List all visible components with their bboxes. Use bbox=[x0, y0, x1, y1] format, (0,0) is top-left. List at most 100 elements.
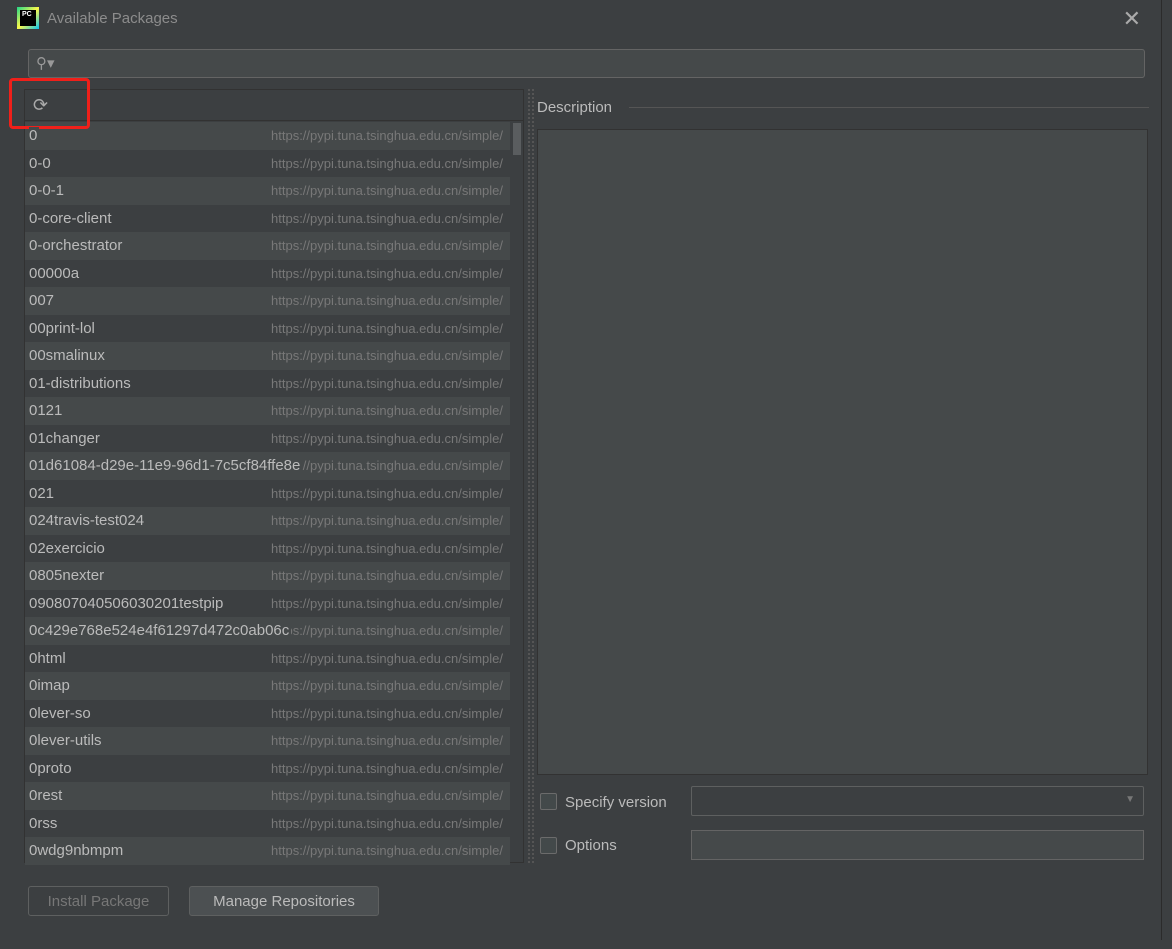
package-repo-url: https://pypi.tuna.tsinghua.edu.cn/simple… bbox=[268, 678, 503, 694]
package-name: 021 bbox=[29, 484, 57, 502]
package-repo-url: https://pypi.tuna.tsinghua.edu.cn/simple… bbox=[268, 760, 503, 776]
package-row[interactable]: 02exercicio https://pypi.tuna.tsinghua.ed… bbox=[25, 534, 510, 562]
package-row[interactable]: 0c429e768e524e4f61297d472c0ab06c https://… bbox=[25, 617, 510, 645]
package-name: 0-0-1 bbox=[29, 182, 67, 200]
package-row[interactable]: 01changer https://pypi.tuna.tsinghua.edu.… bbox=[25, 424, 510, 452]
package-name: 00000a bbox=[29, 264, 82, 282]
dialog-title: Available Packages bbox=[47, 9, 178, 27]
options-input[interactable] bbox=[691, 830, 1144, 860]
package-row[interactable]: 0-orchestrator https://pypi.tuna.tsinghua… bbox=[25, 232, 510, 260]
package-row[interactable]: 0wdg9nbmpm https://pypi.tuna.tsinghua.edu… bbox=[25, 837, 510, 865]
package-repo-url: https://pypi.tuna.tsinghua.edu.cn/simple… bbox=[268, 513, 503, 529]
package-repo-url: https://pypi.tuna.tsinghua.edu.cn/simple… bbox=[268, 815, 503, 831]
description-separator bbox=[629, 107, 1149, 108]
package-row[interactable]: 007 https://pypi.tuna.tsinghua.edu.cn/sim… bbox=[25, 287, 510, 315]
package-repo-url: https://pypi.tuna.tsinghua.edu.cn/simple… bbox=[268, 155, 503, 171]
specify-version-checkbox[interactable] bbox=[540, 793, 557, 810]
package-row[interactable]: 0121 https://pypi.tuna.tsinghua.edu.cn/si… bbox=[25, 397, 510, 425]
package-name: 00smalinux bbox=[29, 347, 107, 365]
package-repo-url: https://pypi.tuna.tsinghua.edu.cn/simple… bbox=[268, 843, 503, 859]
package-repo-url: https://pypi.tuna.tsinghua.edu.cn/simple… bbox=[268, 458, 503, 474]
highlight-box bbox=[9, 78, 90, 129]
package-repo-url: https://pypi.tuna.tsinghua.edu.cn/simple… bbox=[268, 430, 503, 446]
package-name: 0-orchestrator bbox=[29, 237, 125, 255]
package-name: 01d61084-d29e-11e9-96d1-7c5cf84ffe8e bbox=[29, 457, 303, 475]
package-row[interactable]: 0-core-client https://pypi.tuna.tsinghua.… bbox=[25, 204, 510, 232]
package-name: 0 bbox=[29, 127, 40, 145]
package-row[interactable]: 0-0-1 https://pypi.tuna.tsinghua.edu.cn/s… bbox=[25, 177, 510, 205]
package-row[interactable]: 0proto https://pypi.tuna.tsinghua.edu.cn/… bbox=[25, 754, 510, 782]
logo-text: PC bbox=[20, 10, 36, 26]
package-row[interactable]: 01d61084-d29e-11e9-96d1-7c5cf84ffe8e http… bbox=[25, 452, 510, 480]
list-toolbar: ⟳ bbox=[25, 90, 523, 121]
package-repo-url: https://pypi.tuna.tsinghua.edu.cn/simple… bbox=[268, 183, 503, 199]
package-row[interactable]: 0rest https://pypi.tuna.tsinghua.edu.cn/s… bbox=[25, 782, 510, 810]
package-row[interactable]: 021 https://pypi.tuna.tsinghua.edu.cn/sim… bbox=[25, 479, 510, 507]
package-repo-url: https://pypi.tuna.tsinghua.edu.cn/simple… bbox=[268, 265, 503, 281]
package-repo-url: https://pypi.tuna.tsinghua.edu.cn/simple… bbox=[268, 403, 503, 419]
available-packages-dialog: PC Available Packages ✕ ⚲▾ ⟳ 0 https://py… bbox=[9, 0, 1162, 940]
package-repo-url: https://pypi.tuna.tsinghua.edu.cn/simple… bbox=[268, 788, 503, 804]
package-name: 024travis-test024 bbox=[29, 512, 147, 530]
manage-repositories-button[interactable]: Manage Repositories bbox=[189, 886, 379, 916]
package-row[interactable]: 0imap https://pypi.tuna.tsinghua.edu.cn/s… bbox=[25, 672, 510, 700]
package-row[interactable]: 0805nexter https://pypi.tuna.tsinghua.edu… bbox=[25, 562, 510, 590]
package-repo-url: https://pypi.tuna.tsinghua.edu.cn/simple… bbox=[268, 540, 503, 556]
package-name: 0c429e768e524e4f61297d472c0ab06c bbox=[29, 622, 292, 640]
package-repo-url: https://pypi.tuna.tsinghua.edu.cn/simple… bbox=[268, 348, 503, 364]
package-row[interactable]: 00print-lol https://pypi.tuna.tsinghua.ed… bbox=[25, 314, 510, 342]
package-row[interactable]: 090807040506030201testpip https://pypi.tu… bbox=[25, 589, 510, 617]
package-repo-url: https://pypi.tuna.tsinghua.edu.cn/simple… bbox=[268, 320, 503, 336]
package-name: 01changer bbox=[29, 429, 102, 447]
package-repo-url: https://pypi.tuna.tsinghua.edu.cn/simple… bbox=[268, 238, 503, 254]
package-name: 0wdg9nbmpm bbox=[29, 842, 126, 860]
description-panel bbox=[537, 129, 1148, 775]
package-row[interactable]: 024travis-test024 https://pypi.tuna.tsing… bbox=[25, 507, 510, 535]
package-row[interactable]: 0lever-utils https://pypi.tuna.tsinghua.e… bbox=[25, 727, 510, 755]
package-list: ⟳ 0 https://pypi.tuna.tsinghua.edu.cn/sim… bbox=[24, 89, 524, 865]
install-package-button[interactable]: Install Package bbox=[28, 886, 169, 916]
splitter-handle[interactable] bbox=[528, 89, 534, 863]
version-select[interactable]: ▼ bbox=[691, 786, 1144, 816]
package-row[interactable]: 0html https://pypi.tuna.tsinghua.edu.cn/s… bbox=[25, 644, 510, 672]
package-name: 007 bbox=[29, 292, 57, 310]
pycharm-logo-icon: PC bbox=[17, 7, 39, 29]
options-checkbox[interactable] bbox=[540, 837, 557, 854]
title-bar: PC Available Packages bbox=[17, 6, 178, 30]
package-name: 0rest bbox=[29, 787, 65, 805]
package-repo-url: https://pypi.tuna.tsinghua.edu.cn/simple… bbox=[268, 705, 503, 721]
package-repo-url: https://pypi.tuna.tsinghua.edu.cn/simple… bbox=[268, 128, 503, 144]
package-name: 0-0 bbox=[29, 154, 53, 172]
scrollbar-thumb[interactable] bbox=[513, 123, 521, 155]
package-row[interactable]: 00000a https://pypi.tuna.tsinghua.edu.cn/… bbox=[25, 259, 510, 287]
package-row[interactable]: 01-distributions https://pypi.tuna.tsingh… bbox=[25, 369, 510, 397]
package-row[interactable]: 00smalinux https://pypi.tuna.tsinghua.edu… bbox=[25, 342, 510, 370]
package-name: 02exercicio bbox=[29, 539, 107, 557]
specify-version-label: Specify version bbox=[565, 794, 667, 811]
package-name: 00print-lol bbox=[29, 319, 97, 337]
package-row[interactable]: 0 https://pypi.tuna.tsinghua.edu.cn/simpl… bbox=[25, 122, 510, 150]
package-name: 0html bbox=[29, 649, 68, 667]
package-row[interactable]: 0-0 https://pypi.tuna.tsinghua.edu.cn/sim… bbox=[25, 149, 510, 177]
package-repo-url: https://pypi.tuna.tsinghua.edu.cn/simple… bbox=[268, 650, 503, 666]
package-name: 0lever-utils bbox=[29, 732, 104, 750]
package-row[interactable]: 0lever-so https://pypi.tuna.tsinghua.edu.… bbox=[25, 699, 510, 727]
package-name: 0imap bbox=[29, 677, 72, 695]
description-label: Description bbox=[537, 99, 621, 116]
options-label: Options bbox=[565, 837, 617, 854]
package-name: 0805nexter bbox=[29, 567, 107, 585]
package-name: 0proto bbox=[29, 759, 74, 777]
chevron-down-icon: ▼ bbox=[1125, 794, 1135, 805]
package-name: 0lever-so bbox=[29, 704, 93, 722]
package-repo-url: https://pypi.tuna.tsinghua.edu.cn/simple… bbox=[268, 293, 503, 309]
package-repo-url: https://pypi.tuna.tsinghua.edu.cn/simple… bbox=[268, 568, 503, 584]
package-repo-url: https://pypi.tuna.tsinghua.edu.cn/simple… bbox=[268, 595, 503, 611]
package-name: 0-core-client bbox=[29, 209, 114, 227]
package-repo-url: https://pypi.tuna.tsinghua.edu.cn/simple… bbox=[268, 485, 503, 501]
close-icon[interactable]: ✕ bbox=[1123, 6, 1141, 32]
package-name: 0121 bbox=[29, 402, 65, 420]
search-input[interactable]: ⚲▾ bbox=[28, 49, 1145, 78]
package-repo-url: https://pypi.tuna.tsinghua.edu.cn/simple… bbox=[268, 375, 503, 391]
package-rows: 0 https://pypi.tuna.tsinghua.edu.cn/simpl… bbox=[25, 122, 510, 865]
package-row[interactable]: 0rss https://pypi.tuna.tsinghua.edu.cn/si… bbox=[25, 809, 510, 837]
